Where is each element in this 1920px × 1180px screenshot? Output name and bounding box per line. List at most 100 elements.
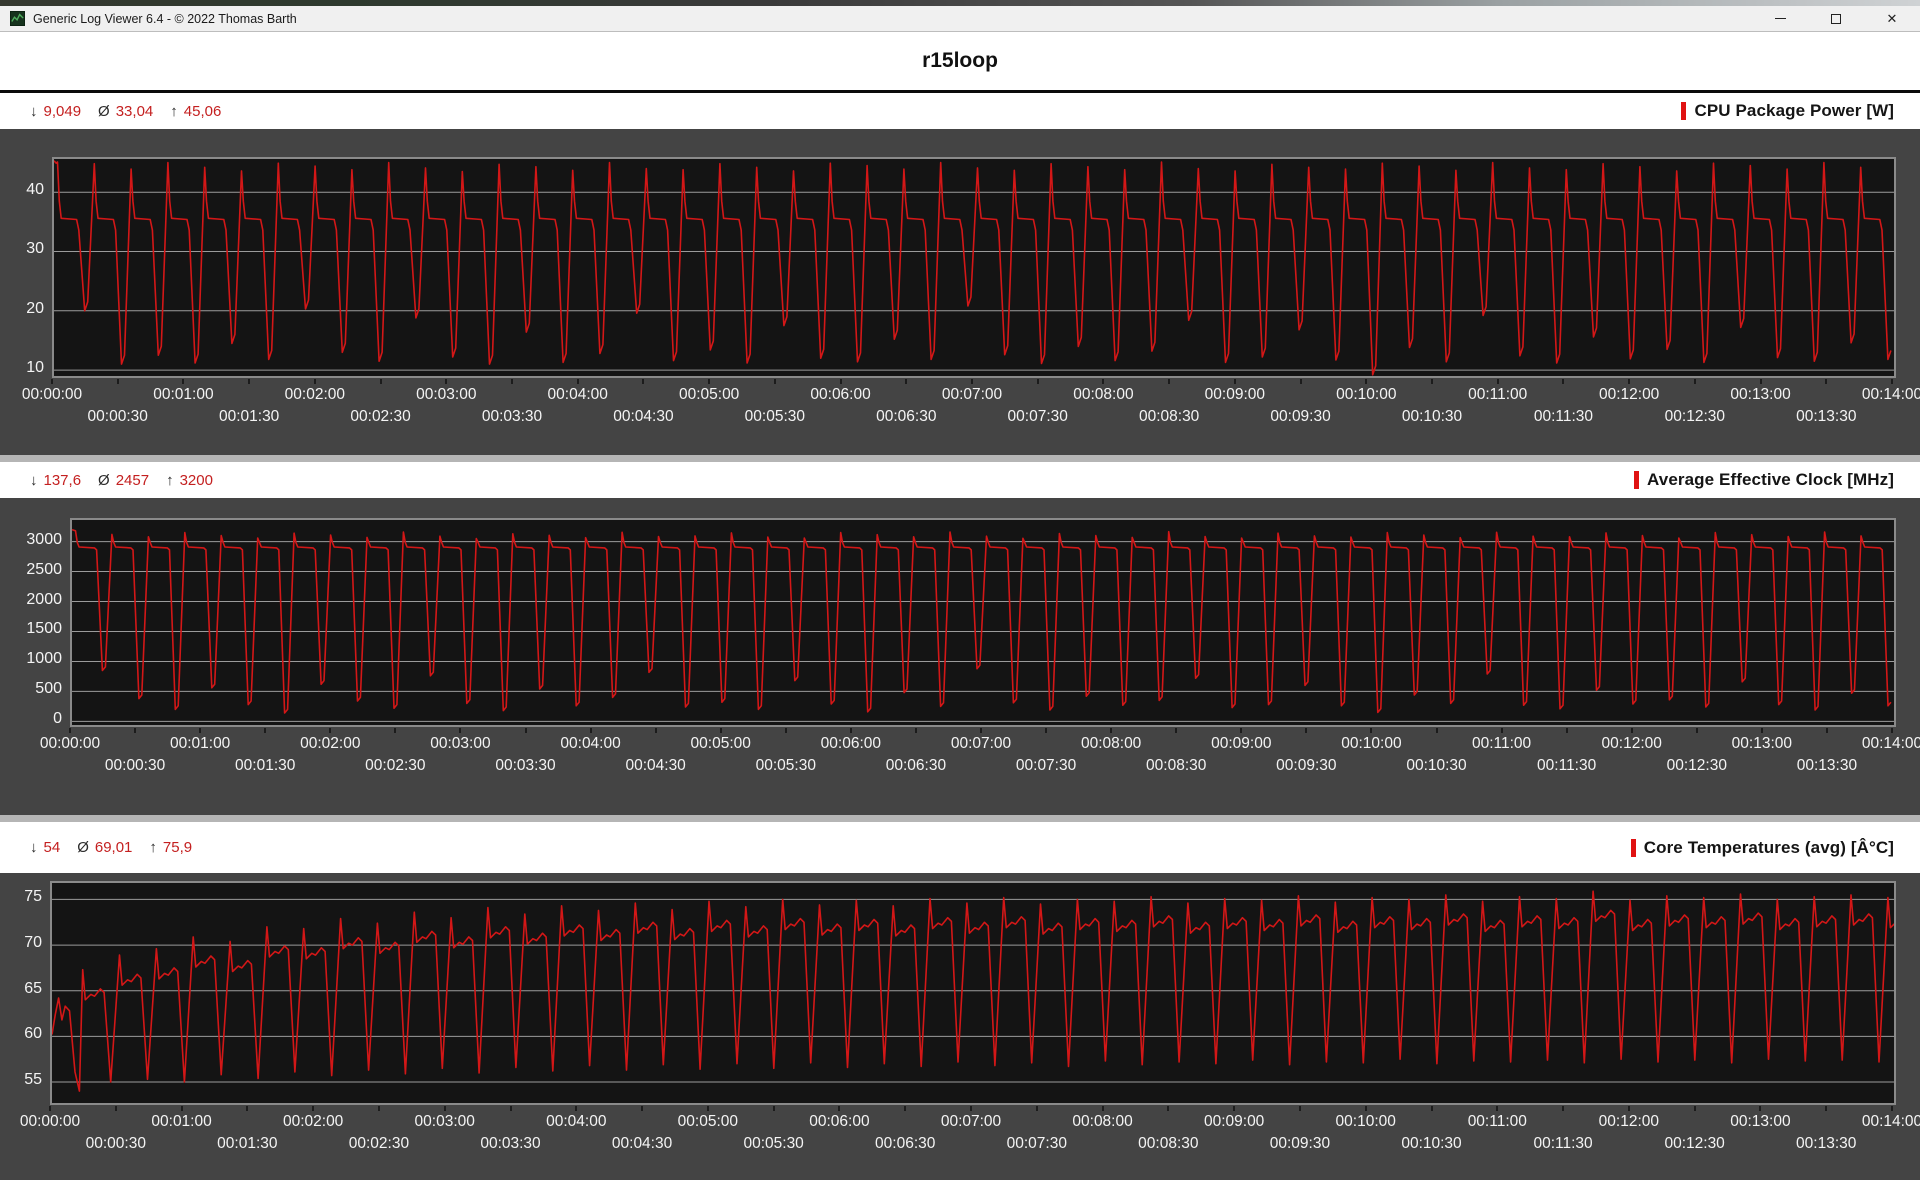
stat-min-value: 137,6: [43, 471, 82, 489]
x-axis-tick: [1036, 379, 1039, 384]
panel-divider: [0, 815, 1920, 822]
maximize-button[interactable]: [1808, 6, 1864, 31]
x-axis-label: 00:10:30: [1406, 757, 1467, 774]
x-axis-tick: [379, 379, 382, 384]
close-button[interactable]: ✕: [1864, 6, 1920, 31]
x-axis-label: 00:10:00: [1341, 735, 1402, 752]
x-axis-label: 00:00:30: [85, 1135, 146, 1152]
x-axis-tick: [377, 1106, 380, 1111]
panel-title-text: CPU Package Power [W]: [1694, 101, 1894, 120]
app-icon: [10, 11, 25, 26]
x-axis-tick: [1299, 379, 1302, 384]
x-axis-label: 00:07:30: [1015, 757, 1077, 774]
x-axis-label: 00:01:00: [169, 735, 231, 752]
x-axis-label: 00:09:30: [1269, 1135, 1331, 1152]
x-axis-label: 00:12:00: [1598, 386, 1660, 403]
x-axis-label: 00:08:30: [1138, 408, 1200, 425]
x-axis-tick: [329, 728, 332, 733]
x-axis-label: 00:08:30: [1146, 757, 1207, 774]
x-axis-tick: [1305, 728, 1308, 733]
x-axis-label: 00:13:00: [1731, 735, 1793, 752]
x-axis-tick: [1759, 1106, 1762, 1111]
y-axis-label: 65: [24, 979, 42, 997]
y-axis-label: 40: [26, 181, 44, 199]
x-axis-tick: [443, 1106, 446, 1111]
stat-avg-value: 33,04: [115, 102, 154, 120]
legend-color-bar: [1681, 102, 1687, 120]
x-axis-tick: [641, 1106, 644, 1111]
x-axis-tick: [1562, 379, 1565, 384]
x-axis-tick: [264, 728, 267, 733]
x-axis-label: 00:09:00: [1211, 735, 1272, 752]
x-axis-tick: [1825, 728, 1828, 733]
chart-plot-cpu-power[interactable]: [52, 157, 1896, 378]
x-axis-label: 00:06:30: [876, 408, 937, 425]
window-title: Generic Log Viewer 6.4 - © 2022 Thomas B…: [33, 11, 297, 26]
x-axis-label: 00:03:30: [480, 1135, 541, 1152]
x-axis-tick: [1110, 728, 1113, 733]
x-axis-label: 00:04:30: [613, 408, 674, 425]
x-axis-label: 00:11:30: [1533, 1135, 1593, 1152]
x-axis-label: 00:10:00: [1336, 386, 1397, 403]
x-axis-label: 00:00:30: [104, 757, 166, 774]
x-axis-tick: [1565, 728, 1568, 733]
y-axis-label: 1500: [26, 620, 62, 638]
y-axis-label: 0: [53, 710, 62, 728]
x-axis-label: 00:05:00: [690, 735, 751, 752]
x-axis-tick: [914, 728, 917, 733]
x-axis-tick: [706, 1106, 709, 1111]
x-axis-label: 00:13:30: [1796, 757, 1858, 774]
chart-plot-effective-clock[interactable]: [70, 518, 1896, 727]
stat-max-value: 3200: [179, 471, 213, 489]
x-axis-label: 00:03:00: [414, 1113, 475, 1130]
x-axis-tick: [312, 1106, 315, 1111]
panel-header-cpu-power: ↓ 9,049 Ø 33,04 ↑ 45,06 CPU Package Power […: [0, 93, 1920, 129]
x-axis-tick: [51, 379, 53, 384]
x-axis-tick: [1630, 728, 1633, 733]
x-axis-tick: [1693, 1106, 1696, 1111]
x-axis-label: 00:00:00: [21, 386, 83, 403]
x-axis-tick: [313, 379, 316, 384]
x-axis-label: 00:00:30: [87, 408, 148, 425]
x-axis-tick: [1500, 728, 1503, 733]
x-axis-tick: [1825, 1106, 1828, 1111]
x-axis-tick: [1240, 728, 1243, 733]
x-axis-tick: [971, 379, 973, 384]
minimize-button[interactable]: [1752, 6, 1808, 31]
x-axis-label: 00:13:00: [1730, 386, 1791, 403]
x-axis-label: 00:08:00: [1073, 386, 1134, 403]
x-axis-tick: [69, 728, 71, 733]
stat-avg-value: 2457: [115, 471, 150, 489]
x-axis-tick: [1430, 1106, 1433, 1111]
x-axis-tick: [1760, 728, 1763, 733]
x-axis-label: 00:08:00: [1080, 735, 1142, 752]
x-axis-tick: [1693, 379, 1696, 384]
x-axis-label: 00:13:00: [1730, 1113, 1791, 1130]
x-axis-tick: [511, 379, 513, 384]
x-axis-tick: [589, 728, 592, 733]
stat-max: ↑ 3200: [166, 472, 213, 489]
panel-title-text: Average Effective Clock [MHz]: [1647, 470, 1894, 489]
x-axis-tick: [1370, 728, 1373, 733]
chart-plot-core-temps[interactable]: [50, 881, 1896, 1105]
x-axis-label: 00:04:00: [560, 735, 621, 752]
panel-title-core-temps: Core Temperatures (avg) [Â°C]: [1630, 838, 1894, 858]
x-axis-tick: [1035, 1106, 1038, 1111]
x-axis-label: 00:12:30: [1664, 1135, 1725, 1152]
stat-avg: Ø 33,04: [98, 103, 153, 120]
x-axis-label: 00:09:30: [1270, 408, 1331, 425]
x-axis-label: 00:06:30: [875, 1135, 936, 1152]
x-axis-tick: [134, 728, 137, 733]
x-axis-tick: [642, 379, 645, 384]
max-arrow-icon: ↑: [170, 102, 178, 120]
x-axis-tick: [1628, 379, 1631, 384]
x-axis-tick: [838, 1106, 841, 1111]
avg-icon: Ø: [98, 102, 110, 120]
stat-max-value: 75,9: [162, 839, 193, 856]
x-axis-tick: [719, 728, 722, 733]
x-axis-tick: [1695, 728, 1698, 733]
stats-core-temps: ↓ 54 Ø 69,01 ↑ 75,9: [30, 839, 192, 856]
panel-title-cpu-power: CPU Package Power [W]: [1681, 101, 1894, 121]
x-axis-label: 00:07:00: [941, 386, 1003, 403]
x-axis-label: 00:02:30: [348, 1135, 410, 1152]
